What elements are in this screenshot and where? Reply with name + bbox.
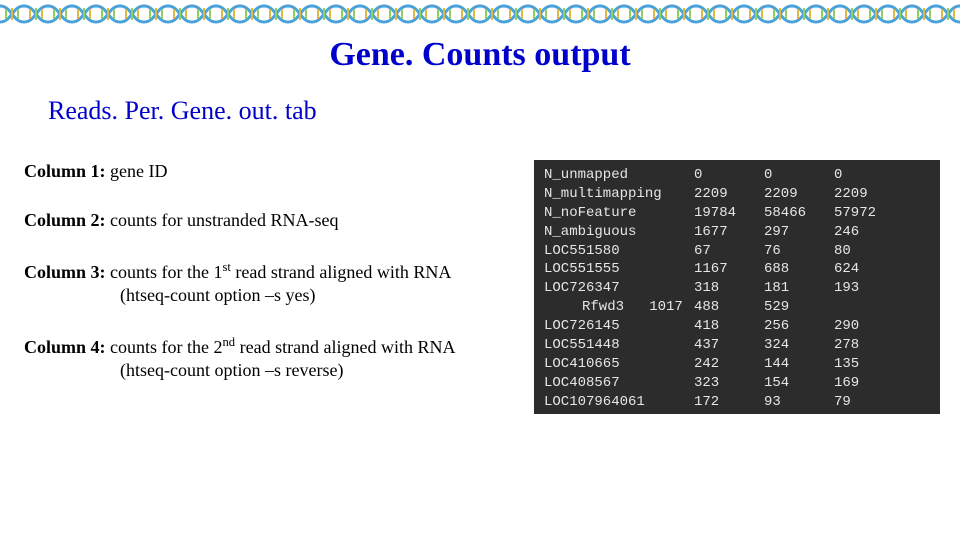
col-desc2: read strand aligned with RNA: [235, 337, 455, 357]
col-desc: counts for the 1: [110, 262, 222, 282]
dna-helix-icon: [288, 0, 336, 28]
terminal-row: LOC726145418256290: [544, 317, 930, 336]
col-sub: (htseq-count option –s yes): [120, 284, 524, 307]
terminal-row: LOC408567323154169: [544, 374, 930, 393]
dna-helix-icon: [48, 0, 96, 28]
terminal-row: LOC5515551167688624: [544, 260, 930, 279]
terminal-row: N_unmapped000: [544, 166, 930, 185]
dna-helix-icon: [672, 0, 720, 28]
terminal-row: N_multimapping220922092209: [544, 185, 930, 204]
dna-helix-icon: [480, 0, 528, 28]
dna-helix-icon: [144, 0, 192, 28]
col-label: Column 3:: [24, 262, 106, 282]
col-desc: counts for the 2: [110, 337, 222, 357]
column-definitions: Column 1: gene ID Column 2: counts for u…: [24, 160, 524, 414]
col-def-3: Column 3: counts for the 1st read strand…: [24, 259, 524, 308]
terminal-output: N_unmapped000N_multimapping220922092209N…: [534, 160, 940, 414]
col-desc: counts for unstranded RNA-seq: [110, 210, 338, 230]
subtitle: Reads. Per. Gene. out. tab: [48, 96, 960, 126]
col-def-2: Column 2: counts for unstranded RNA-seq: [24, 209, 524, 232]
terminal-row: LOC1079640611729379: [544, 393, 930, 412]
dna-helix-icon: [192, 0, 240, 28]
col-desc: gene ID: [110, 161, 167, 181]
col-label: Column 2:: [24, 210, 106, 230]
sup: st: [223, 260, 231, 274]
dna-helix-icon: [240, 0, 288, 28]
dna-helix-icon: [432, 0, 480, 28]
terminal-row: Rfwd3 1017488529: [544, 298, 930, 317]
terminal-row: LOC410665242144135: [544, 355, 930, 374]
col-desc2: read strand aligned with RNA: [231, 262, 451, 282]
dna-helix-icon: [768, 0, 816, 28]
terminal-row: LOC551580677680: [544, 242, 930, 261]
dna-helix-icon: [336, 0, 384, 28]
col-label: Column 1:: [24, 161, 106, 181]
terminal-row: N_ambiguous1677297246: [544, 223, 930, 242]
dna-helix-icon: [864, 0, 912, 28]
dna-helix-icon: [384, 0, 432, 28]
terminal-row: LOC551448437324278: [544, 336, 930, 355]
dna-helix-icon: [624, 0, 672, 28]
terminal-row: N_noFeature197845846657972: [544, 204, 930, 223]
dna-helix-icon: [912, 0, 960, 28]
col-def-4: Column 4: counts for the 2nd read strand…: [24, 334, 524, 383]
col-def-1: Column 1: gene ID: [24, 160, 524, 183]
sup: nd: [223, 335, 236, 349]
dna-helix-icon: [576, 0, 624, 28]
page-title: Gene. Counts output: [0, 36, 960, 74]
col-label: Column 4:: [24, 337, 106, 357]
dna-helix-icon: [96, 0, 144, 28]
dna-helix-icon: [816, 0, 864, 28]
col-sub: (htseq-count option –s reverse): [120, 359, 524, 382]
terminal-row: LOC726347318181193: [544, 279, 930, 298]
dna-helix-icon: [720, 0, 768, 28]
dna-helix-icon: [528, 0, 576, 28]
dna-helix-icon: [0, 0, 48, 28]
dna-border: [0, 0, 960, 28]
